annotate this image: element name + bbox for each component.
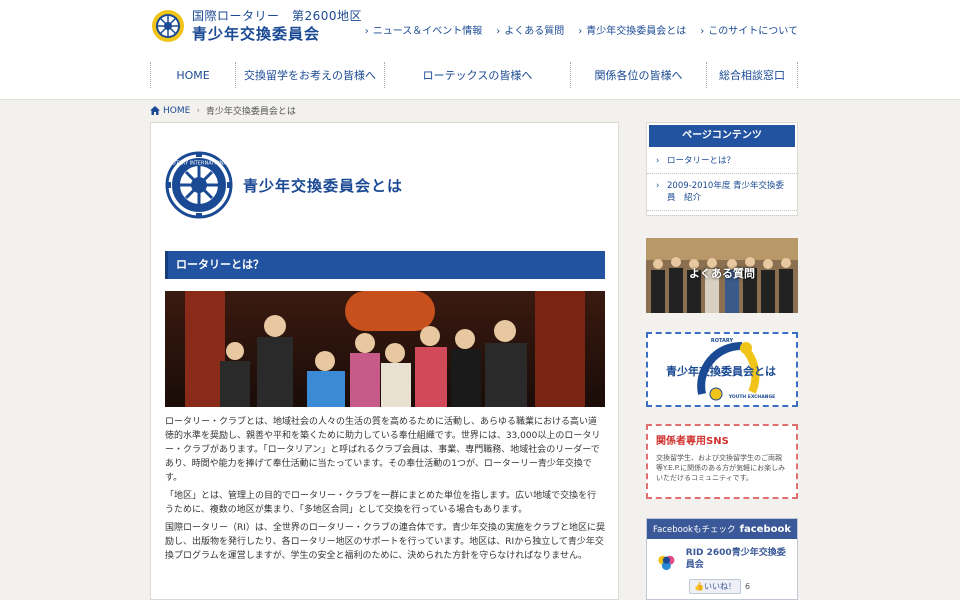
breadcrumb-current: 青少年交換委員会とは (205, 107, 296, 117)
toplink-news[interactable]: ニュース＆イベント情報 (365, 22, 483, 37)
nav-home[interactable]: HOME (150, 62, 235, 88)
youth-exchange-banner[interactable]: ROTARY YOUTH EXCHANGE 青少年交換委員会とは (646, 332, 798, 407)
rotary-wheel-icon: ROTARY INTERNATIONAL (165, 151, 233, 219)
faq-banner[interactable]: よくある質問 (646, 238, 798, 313)
ye-logo-top-text: ROTARY (711, 338, 734, 344)
sns-banner[interactable]: 関係者専用SNS 交換留学生、および交換留学生のご両親等Y.E.P.に関係のある… (646, 424, 798, 499)
body-text: ロータリー・クラブとは、地域社会の人々の生活の質を高めるために活動し、あらゆる職… (165, 415, 605, 567)
facebook-check-label: Facebookもチェック (653, 525, 736, 535)
facebook-logo[interactable]: facebook (740, 524, 791, 535)
top-links: ニュース＆イベント情報 よくある質問 青少年交換委員会とは このサイトについて (365, 22, 798, 37)
toplink-about-committee[interactable]: 青少年交換委員会とは (578, 22, 686, 37)
sns-description: 交換留学生、および交換留学生のご両親等Y.E.P.に関係のある方が気軽にお楽しみ… (656, 454, 786, 482)
toplink-about-site[interactable]: このサイトについて (700, 22, 798, 37)
like-label: いいね！ (703, 582, 736, 591)
nav-exchange-students[interactable]: 交換留学をお考えの皆様へ (235, 62, 384, 88)
page-contents-title: ページコンテンツ (649, 125, 795, 147)
page-contents-box: ページコンテンツ ロータリーとは？ 2009-2010年度 青少年交換委員 紹介 (646, 122, 798, 216)
page-avatar-icon[interactable] (653, 547, 680, 577)
facebook-widget: Facebookもチェック facebook RID 2600青少年交換委員会 … (646, 518, 798, 600)
nav-consultation[interactable]: 総合相談窓口 (706, 62, 798, 88)
global-nav: HOME 交換留学をお考えの皆様へ ローテックスの皆様へ 関係各位の皆様へ 総合… (150, 62, 798, 88)
main-content: ROTARY INTERNATIONAL 青少年交換委員会とは ロータリーとは？ (150, 122, 619, 600)
facebook-page-name[interactable]: RID 2600青少年交換委員会 (686, 547, 791, 577)
breadcrumb-home[interactable]: HOME (163, 106, 190, 116)
rotary-emblem-icon (152, 10, 184, 42)
thumbs-up-icon: 👍 (694, 582, 704, 591)
youth-exchange-banner-text: 青少年交換委員会とは (666, 365, 776, 378)
faq-banner-text: よくある質問 (689, 267, 755, 280)
site-logo[interactable]: 国際ロータリー 第2600地区 青少年交換委員会 (150, 8, 362, 44)
page-title: 青少年交換委員会とは (243, 176, 404, 195)
breadcrumb-separator: › (196, 105, 200, 116)
ye-logo-bottom-text: YOUTH EXCHANGE (728, 394, 775, 400)
facebook-like-button[interactable]: 👍いいね！ (689, 579, 741, 594)
logo-committee: 青少年交換委員会 (192, 25, 321, 43)
facebook-header: Facebookもチェック facebook (647, 519, 797, 539)
facebook-like-row: 👍いいね！ 6 (689, 579, 797, 594)
nav-related-parties[interactable]: 関係各位の皆様へ (570, 62, 706, 88)
emblem-lettering: ROTARY INTERNATIONAL (168, 161, 230, 167)
toplink-faq[interactable]: よくある質問 (496, 22, 564, 37)
breadcrumb: HOME › 青少年交換委員会とは (150, 104, 296, 117)
section-heading-rotary: ロータリーとは？ (165, 251, 605, 279)
paragraph: ロータリー・クラブとは、地域社会の人々の生活の質を高めるために活動し、あらゆる職… (165, 417, 601, 483)
home-icon[interactable] (150, 106, 160, 115)
paragraph: 「地区」とは、管理上の目的でロータリー・クラブを一群にまとめた単位を指します。広… (165, 491, 597, 515)
logo-district: 国際ロータリー 第2600地区 (192, 9, 363, 23)
nav-rotex[interactable]: ローテックスの皆様へ (384, 62, 570, 88)
like-count: 6 (744, 582, 751, 591)
site-header: 国際ロータリー 第2600地区 青少年交換委員会 ニュース＆イベント情報 よくあ… (0, 0, 960, 100)
sns-title: 関係者専用SNS (656, 436, 729, 447)
page-title-row: ROTARY INTERNATIONAL 青少年交換委員会とは (165, 151, 403, 219)
page-contents-item[interactable]: 2009-2010年度 青少年交換委員 紹介 (647, 174, 797, 211)
group-photo (165, 291, 605, 407)
page-contents-item[interactable]: ロータリーとは？ (647, 149, 797, 174)
paragraph: 国際ロータリー（RI）は、全世界のロータリー・クラブの連合体です。青少年交換の実… (165, 523, 606, 561)
